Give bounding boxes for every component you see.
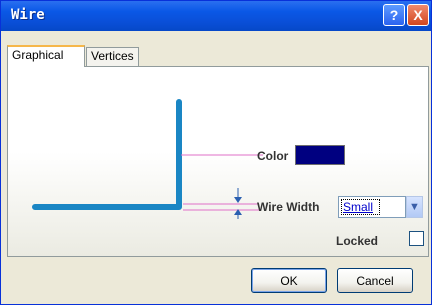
tab-graphical-label: Graphical [12,48,64,62]
wire-width-label: Wire Width [257,200,320,214]
wire-width-dropdown-button[interactable]: ▼ [406,196,423,218]
tab-graphical[interactable]: Graphical [7,45,85,67]
color-label: Color [257,149,289,163]
ok-button-label: OK [280,273,298,288]
cancel-button-label: Cancel [356,273,394,288]
wire-width-value: Small [343,200,374,214]
color-swatch[interactable] [295,145,345,165]
wire-dialog: Wire ? X Graphical Vertices Color Wire W… [0,0,432,305]
locked-checkbox[interactable] [409,231,424,246]
wire-width-select[interactable]: Small [338,196,406,218]
wire-shape [32,99,182,210]
width-arrow-down-icon [234,197,242,203]
cancel-button[interactable]: Cancel [337,268,413,293]
chevron-down-icon: ▼ [409,201,420,213]
ok-button[interactable]: OK [251,268,327,293]
locked-label: Locked [336,234,379,248]
